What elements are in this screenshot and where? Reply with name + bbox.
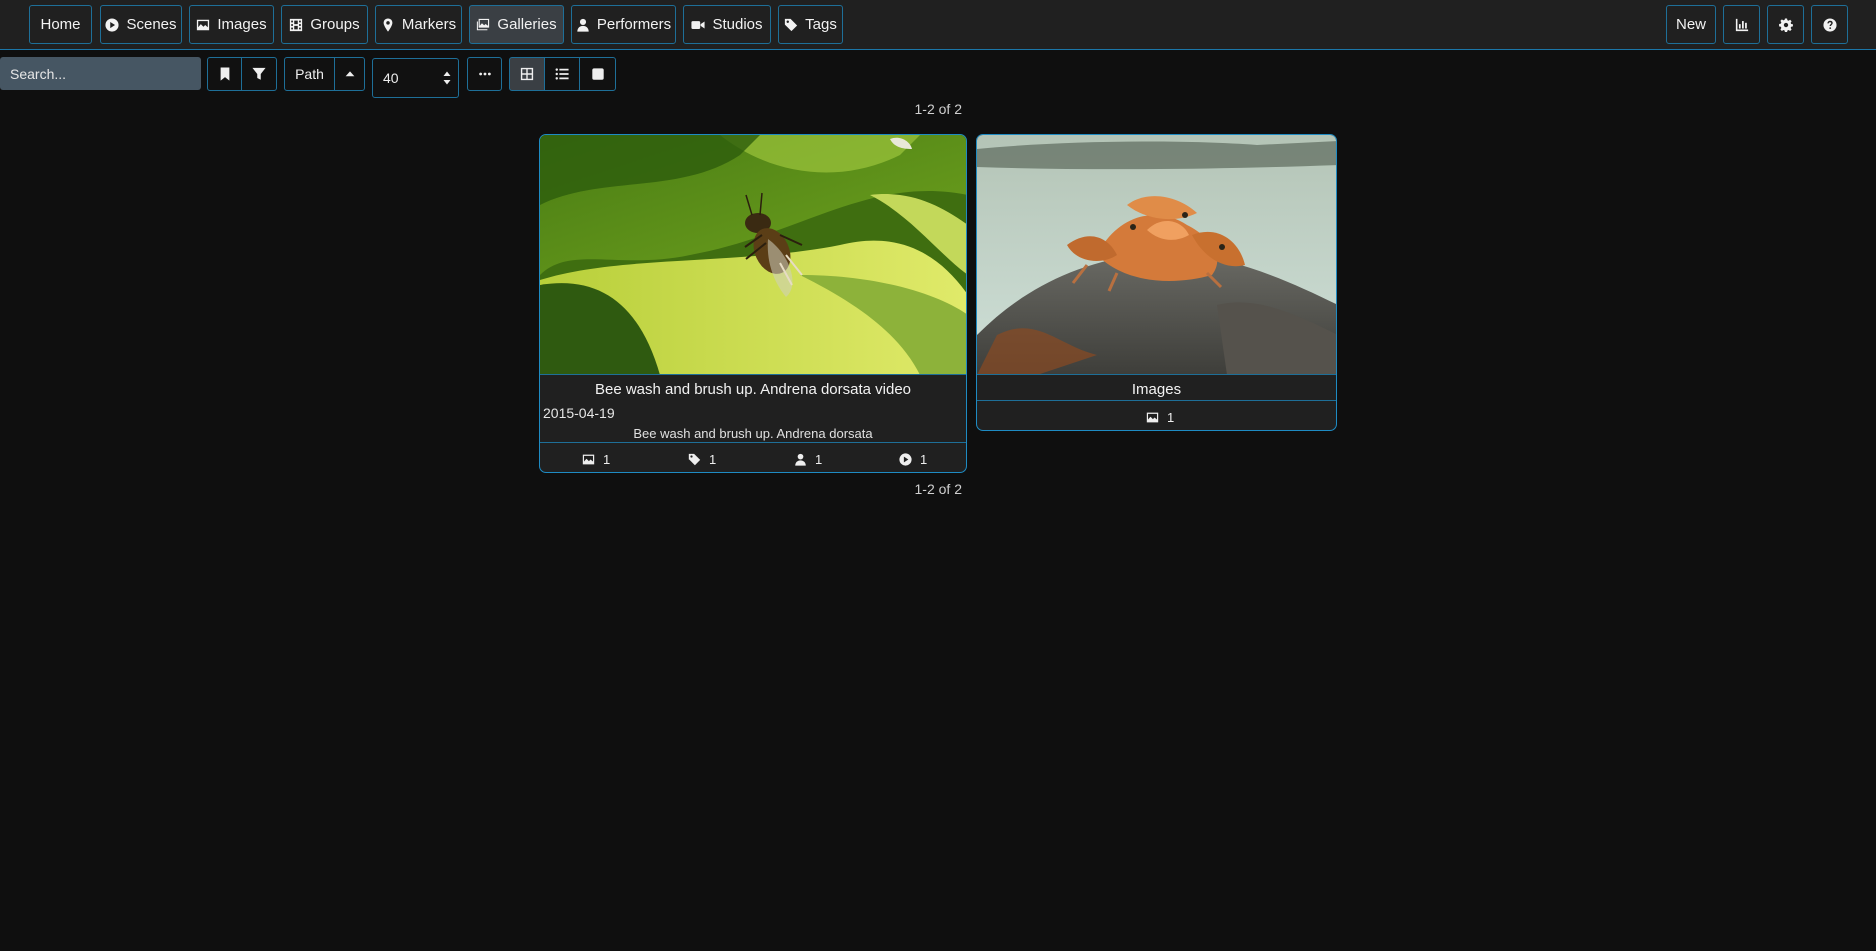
search-input[interactable]: [0, 57, 201, 90]
bookmark-icon: [218, 67, 232, 81]
nav-groups[interactable]: Groups: [281, 5, 368, 44]
scene-count: 1: [920, 452, 928, 467]
performer-count: 1: [815, 452, 823, 467]
sort-direction-button[interactable]: [334, 57, 365, 91]
nav-performers-label: Performers: [596, 16, 672, 33]
gallery-card-images[interactable]: Images 1: [976, 134, 1337, 431]
nav-groups-label: Groups: [310, 16, 360, 33]
more-options-button[interactable]: [467, 57, 502, 91]
card-divider: [540, 442, 966, 443]
stats-chart-icon: [1735, 18, 1749, 32]
user-icon: [794, 453, 807, 466]
settings-button[interactable]: [1767, 5, 1804, 44]
gallery-thumbnail-bee[interactable]: [540, 135, 967, 375]
play-circle-icon: [105, 17, 120, 32]
wall-icon: [591, 67, 605, 81]
nav-markers[interactable]: Markers: [375, 5, 462, 44]
new-button[interactable]: New: [1666, 5, 1716, 44]
nav-scenes[interactable]: Scenes: [100, 5, 182, 44]
image-icon: [582, 453, 595, 466]
caret-up-icon: [343, 67, 357, 81]
spinner-arrows-icon: [443, 71, 451, 88]
nav-images-label: Images: [217, 16, 267, 33]
stats-button[interactable]: [1723, 5, 1760, 44]
play-circle-icon: [899, 453, 912, 466]
image-count-button[interactable]: 1: [582, 452, 610, 467]
top-navbar: Home Scenes Images Groups Markers Galler…: [0, 0, 1876, 50]
help-icon: [1822, 17, 1837, 32]
card-divider: [540, 374, 966, 375]
tag-count: 1: [709, 452, 717, 467]
nav-images[interactable]: Images: [189, 5, 274, 44]
performer-count-button[interactable]: 1: [794, 452, 822, 467]
nav-studios-label: Studios: [712, 16, 763, 33]
nav-home[interactable]: Home: [29, 5, 92, 44]
gallery-title[interactable]: Bee wash and brush up. Andrena dorsata v…: [540, 381, 966, 398]
nav-home-label: Home: [40, 16, 81, 33]
image-count-button[interactable]: 1: [1146, 410, 1174, 425]
grid-icon: [520, 67, 534, 81]
scene-count-button[interactable]: 1: [899, 452, 927, 467]
pagination-info-top: 1-2 of 2: [914, 101, 962, 117]
gallery-description: Bee wash and brush up. Andrena dorsata: [633, 426, 873, 441]
gallery-title[interactable]: Images: [977, 381, 1336, 398]
nav-scenes-label: Scenes: [126, 16, 177, 33]
saved-filters-button[interactable]: [207, 57, 242, 91]
nav-galleries-label: Galleries: [497, 16, 557, 33]
user-icon: [576, 18, 590, 32]
tag-icon: [784, 18, 798, 32]
nav-tags[interactable]: Tags: [778, 5, 843, 44]
tag-icon: [688, 453, 701, 466]
card-divider: [977, 400, 1336, 401]
filter-icon: [252, 67, 266, 81]
sort-by-dropdown[interactable]: Path: [284, 57, 335, 91]
list-icon: [555, 67, 569, 81]
per-page-select[interactable]: 40: [372, 58, 459, 98]
image-count: 1: [1167, 410, 1175, 425]
sort-by-label: Path: [295, 66, 324, 82]
image-icon: [1146, 411, 1159, 424]
nav-markers-label: Markers: [401, 16, 457, 33]
display-mode-list-button[interactable]: [544, 57, 580, 91]
display-mode-grid-button[interactable]: [509, 57, 545, 91]
filter-button[interactable]: [241, 57, 277, 91]
image-icon: [196, 18, 210, 32]
nav-tags-label: Tags: [805, 16, 837, 33]
new-button-label: New: [1675, 16, 1706, 33]
gallery-thumbnail-frogs[interactable]: [977, 135, 1337, 375]
help-button[interactable]: [1811, 5, 1848, 44]
gallery-date: 2015-04-19: [543, 405, 615, 421]
ellipsis-icon: [478, 67, 492, 81]
image-count: 1: [603, 452, 611, 467]
nav-galleries[interactable]: Galleries: [469, 5, 564, 44]
nav-studios[interactable]: Studios: [683, 5, 771, 44]
gallery-card-bee[interactable]: Bee wash and brush up. Andrena dorsata v…: [539, 134, 967, 473]
per-page-value: 40: [383, 70, 399, 86]
nav-performers[interactable]: Performers: [571, 5, 676, 44]
images-icon: [476, 18, 490, 32]
tag-count-button[interactable]: 1: [688, 452, 716, 467]
film-icon: [289, 18, 303, 32]
gear-icon: [1778, 17, 1793, 32]
video-camera-icon: [691, 18, 706, 32]
card-divider: [977, 374, 1336, 375]
display-mode-wall-button[interactable]: [579, 57, 616, 91]
map-marker-icon: [381, 17, 395, 32]
pagination-info-bottom: 1-2 of 2: [914, 481, 962, 497]
